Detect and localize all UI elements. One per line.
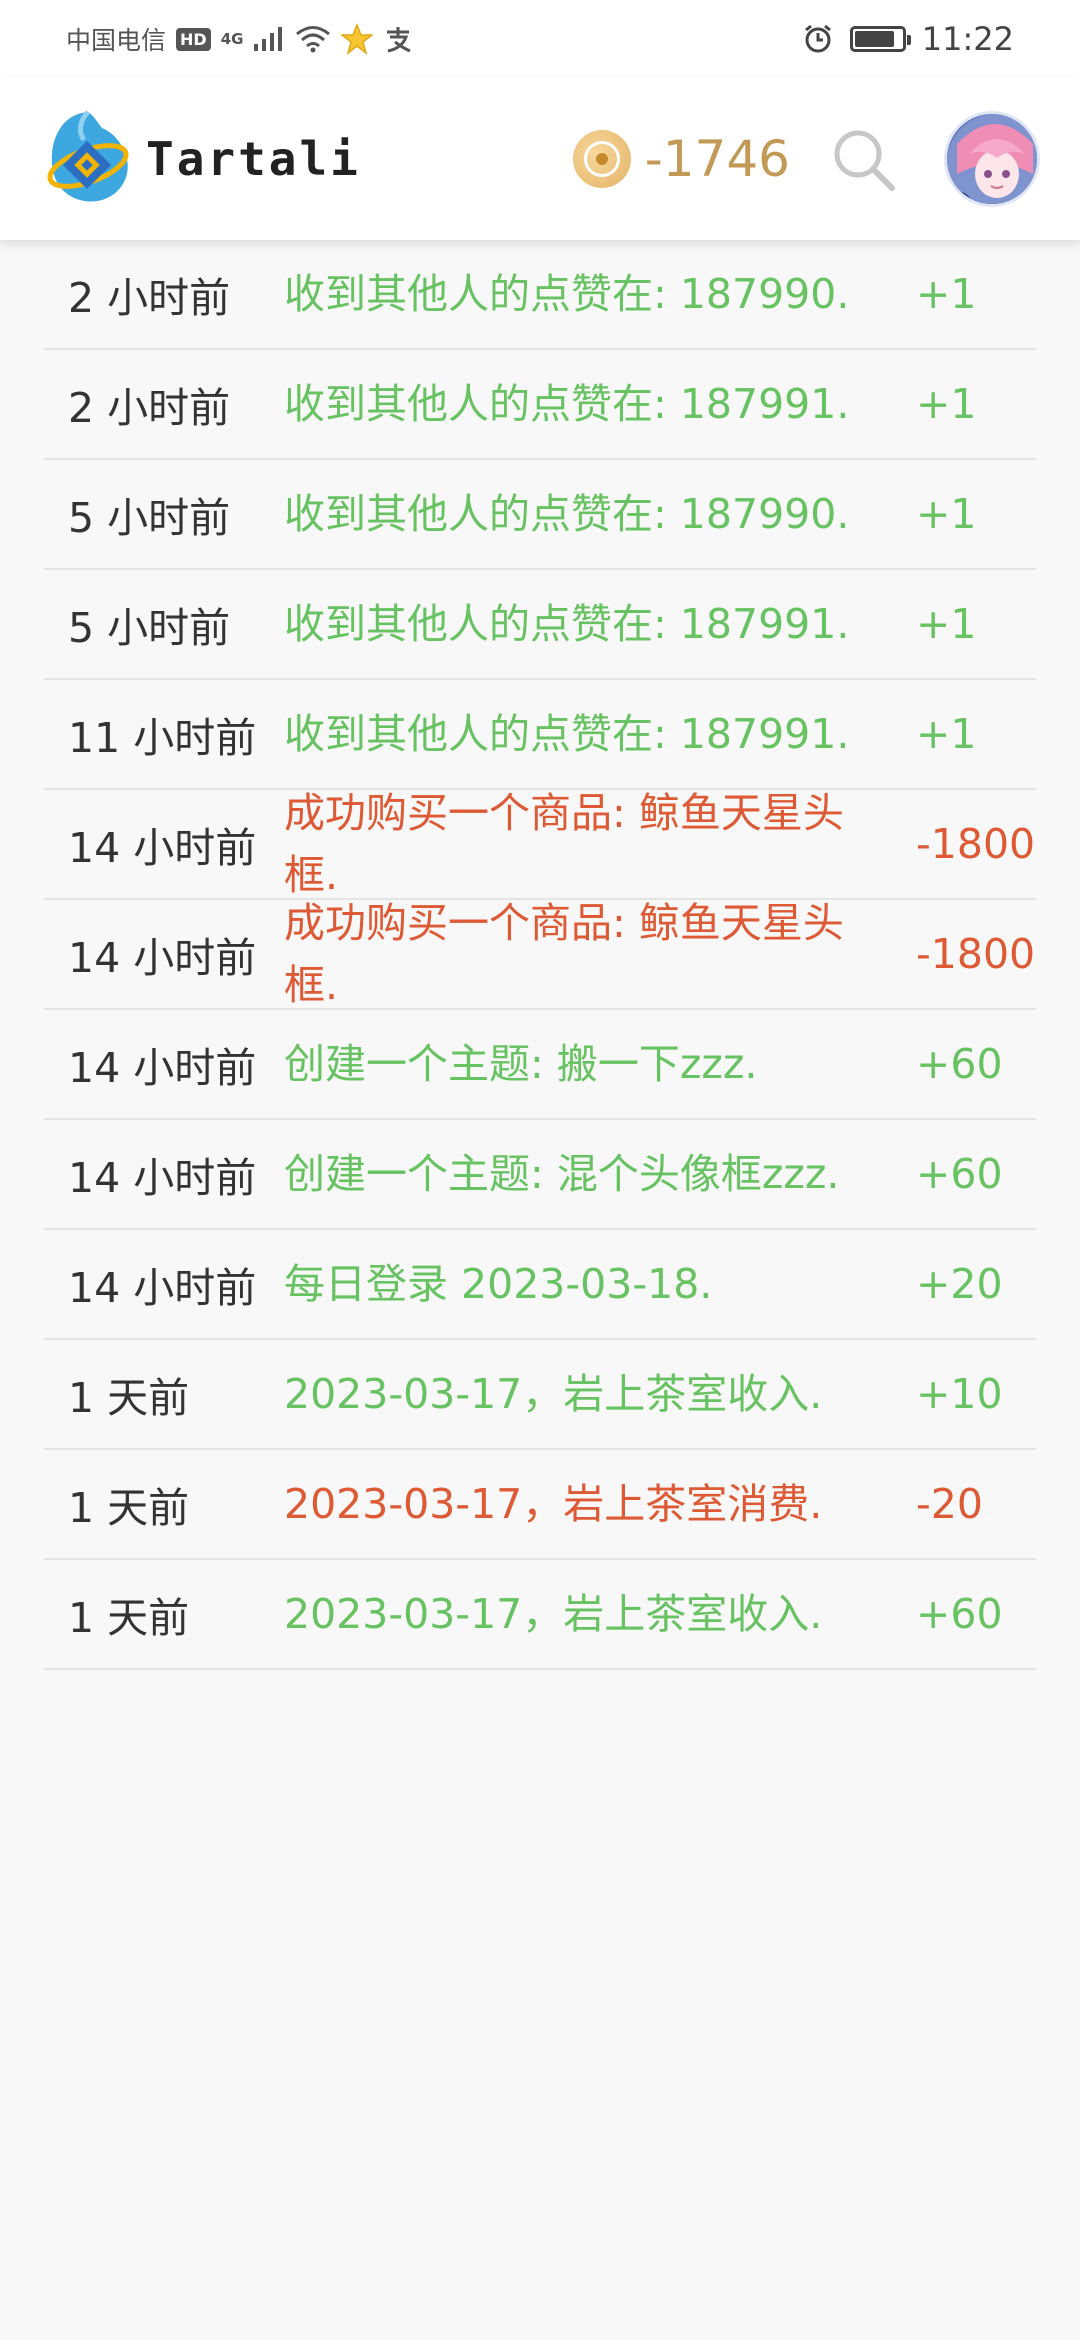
record-amount: -20 <box>916 1480 983 1528</box>
coin-icon <box>572 130 631 188</box>
record-description: 2023-03-17，岩上茶室消费. <box>284 1480 823 1528</box>
record-time: 1 天前 <box>68 1374 190 1422</box>
record-time: 14 小时前 <box>68 1154 257 1202</box>
record-description: 成功购买一个商品: 鲸鱼天星头框. <box>284 899 844 1009</box>
record-time: 14 小时前 <box>68 824 257 872</box>
carrier-label: 中国电信 <box>66 26 167 55</box>
alarm-icon <box>804 24 831 53</box>
record-description: 2023-03-17，岩上茶室收入. <box>284 1370 823 1418</box>
record-amount: +60 <box>916 1590 1003 1638</box>
record-row: 5 小时前 收到其他人的点赞在: 187990. +1 <box>44 460 1036 570</box>
record-description: 收到其他人的点赞在: 187991. <box>284 710 850 758</box>
record-row: 1 天前 2023-03-17，岩上茶室消费. -20 <box>44 1450 1036 1560</box>
record-amount: +1 <box>916 270 977 318</box>
record-time: 14 小时前 <box>68 1044 257 1092</box>
hd-badge: HD <box>176 27 211 51</box>
record-description: 2023-03-17，岩上茶室收入. <box>284 1590 823 1638</box>
brand-title[interactable]: Tartali <box>146 132 361 186</box>
clock: 11:22 <box>921 20 1014 58</box>
record-time: 14 小时前 <box>68 1264 257 1312</box>
avatar[interactable] <box>944 111 1040 207</box>
record-time: 5 小时前 <box>68 604 231 652</box>
record-row: 1 天前 2023-03-17，岩上茶室收入. +60 <box>44 1560 1036 1670</box>
record-description: 收到其他人的点赞在: 187990. <box>284 270 850 318</box>
record-description: 创建一个主题: 搬一下zzz. <box>284 1040 758 1088</box>
points-record-list[interactable]: 2 小时前 收到其他人的点赞在: 187990. +1 2 小时前 收到其他人的点赞在:… <box>44 240 1036 1670</box>
record-row: 14 小时前 每日登录 2023-03-18. +20 <box>44 1230 1036 1340</box>
record-row: 1 天前 2023-03-17，岩上茶室收入. +10 <box>44 1340 1036 1450</box>
record-row: 14 小时前 成功购买一个商品: 鲸鱼天星头框. -1800 <box>44 899 1036 1010</box>
record-description: 每日登录 2023-03-18. <box>284 1260 713 1308</box>
record-amount: +20 <box>916 1260 1003 1308</box>
status-bar: 中国电信 HD 4G 11:22 <box>0 0 1080 78</box>
record-description: 收到其他人的点赞在: 187991. <box>284 380 850 428</box>
record-amount: +60 <box>916 1150 1003 1198</box>
record-time: 11 小时前 <box>68 714 257 762</box>
record-amount: +1 <box>916 490 977 538</box>
record-description: 成功购买一个商品: 鲸鱼天星头框. <box>284 789 844 899</box>
record-time: 1 天前 <box>68 1594 190 1642</box>
status-left: 中国电信 HD 4G <box>66 21 413 57</box>
record-row: 2 小时前 收到其他人的点赞在: 187991. +1 <box>44 350 1036 460</box>
signal-icon <box>254 27 283 51</box>
record-row: 14 小时前 创建一个主题: 混个头像框zzz. +60 <box>44 1120 1036 1230</box>
wifi-icon <box>296 26 331 53</box>
record-time: 2 小时前 <box>68 384 231 432</box>
record-row: 14 小时前 创建一个主题: 搬一下zzz. +60 <box>44 1010 1036 1120</box>
record-amount: +1 <box>916 600 977 648</box>
record-description: 创建一个主题: 混个头像框zzz. <box>284 1150 840 1198</box>
record-row: 14 小时前 成功购买一个商品: 鲸鱼天星头框. -1800 <box>44 789 1036 900</box>
record-description: 收到其他人的点赞在: 187991. <box>284 600 850 648</box>
record-amount: +60 <box>916 1040 1003 1088</box>
record-time: 5 小时前 <box>68 494 231 542</box>
alipay-icon <box>387 27 412 53</box>
record-description: 收到其他人的点赞在: 187990. <box>284 490 850 538</box>
record-amount: -1800 <box>916 930 1036 978</box>
logo-icon[interactable] <box>40 104 136 214</box>
star-icon <box>341 23 374 55</box>
record-time: 14 小时前 <box>68 934 257 982</box>
record-row: 11 小时前 收到其他人的点赞在: 187991. +1 <box>44 680 1036 790</box>
record-amount: +10 <box>916 1370 1003 1418</box>
search-icon[interactable] <box>830 126 896 192</box>
record-time: 2 小时前 <box>68 274 231 322</box>
points-balance: -1746 <box>644 130 790 188</box>
coin-icon-inner <box>583 141 620 177</box>
record-time: 1 天前 <box>68 1484 190 1532</box>
record-amount: +1 <box>916 710 977 758</box>
app-header: Tartali -1746 <box>0 78 1080 240</box>
status-right: 11:22 <box>802 20 1014 58</box>
record-amount: -1800 <box>916 820 1036 868</box>
network-label: 4G <box>220 30 244 48</box>
record-row: 2 小时前 收到其他人的点赞在: 187990. +1 <box>44 240 1036 350</box>
battery-icon <box>849 26 911 52</box>
record-row: 5 小时前 收到其他人的点赞在: 187991. +1 <box>44 570 1036 680</box>
record-amount: +1 <box>916 380 977 428</box>
